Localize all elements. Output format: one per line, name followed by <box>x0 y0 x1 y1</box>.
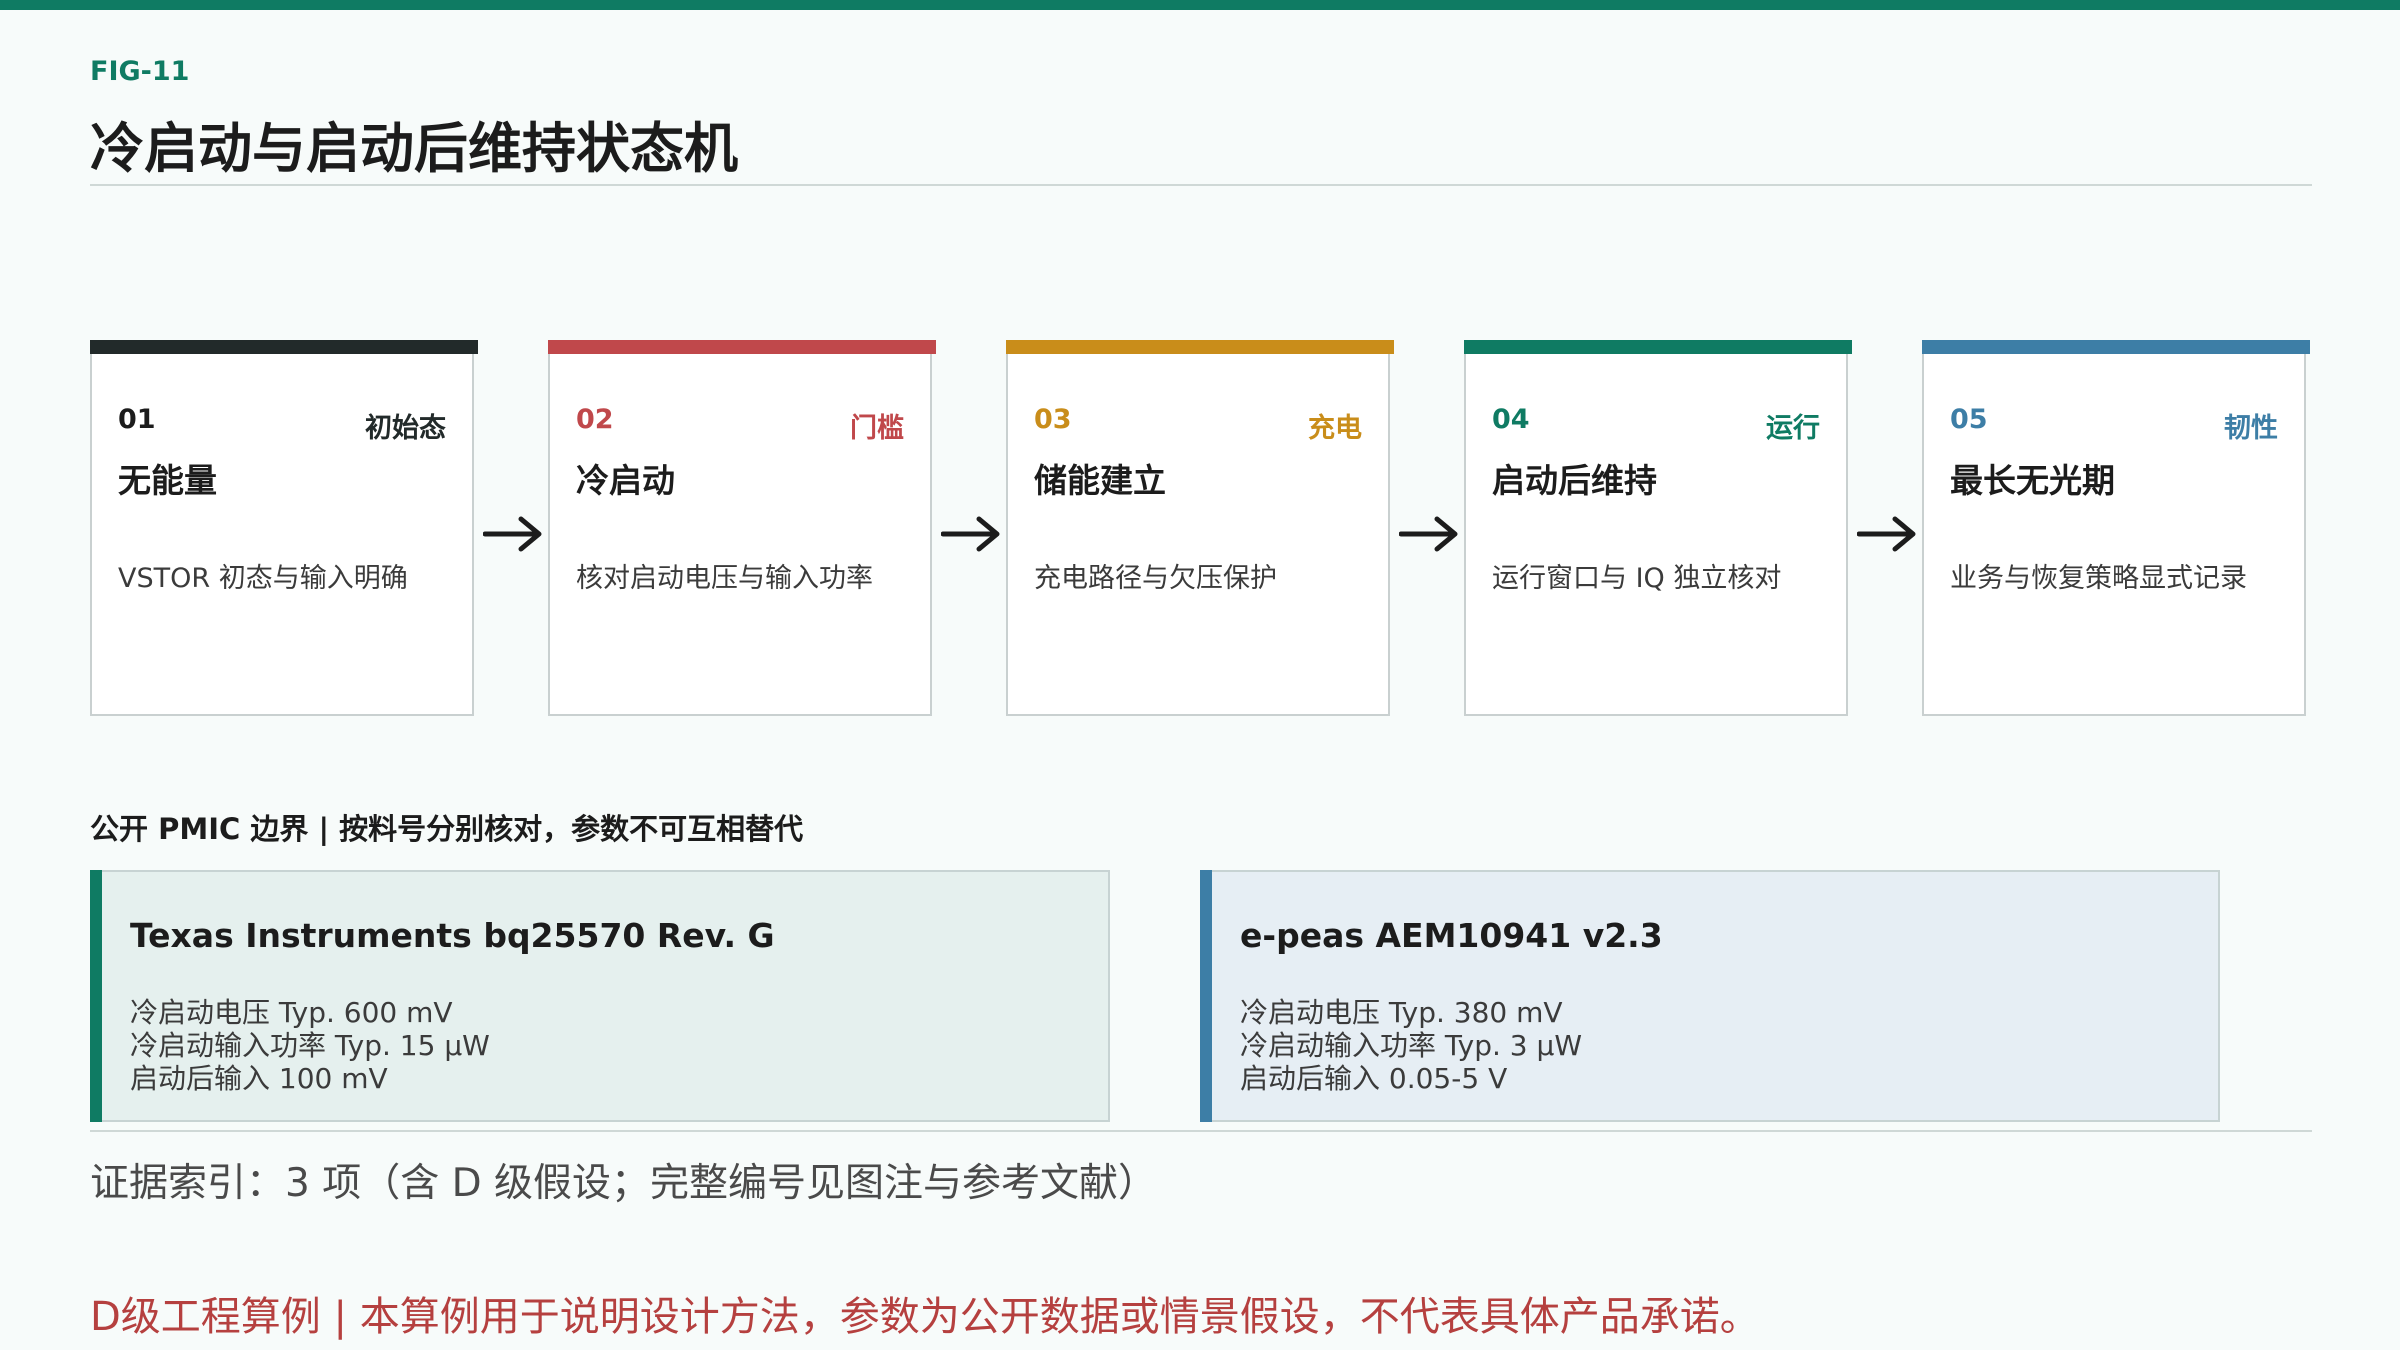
chip-spec-list: 冷启动电压 Typ. 600 mV 冷启动输入功率 Typ. 15 µW 启动后… <box>130 996 490 1095</box>
state-tag: 充电 <box>1308 413 1362 444</box>
state-name: 启动后维持 <box>1492 461 1657 500</box>
arrow-right-icon <box>1399 516 1458 552</box>
state-number: 03 <box>1034 404 1072 435</box>
chip-spec: 冷启动电压 Typ. 600 mV <box>130 996 453 1029</box>
chip-spec: 启动后输入 100 mV <box>130 1062 388 1095</box>
state-name: 最长无光期 <box>1950 461 2115 500</box>
state-color-bar <box>1464 340 1852 354</box>
chip-name: e-peas AEM10941 v2.3 <box>1240 916 1663 955</box>
bottom-divider <box>90 1130 2312 1132</box>
state-color-bar <box>548 340 936 354</box>
title-divider <box>90 184 2312 186</box>
chip-card-bq25570: Texas Instruments bq25570 Rev. G 冷启动电压 T… <box>90 870 1110 1122</box>
top-accent-bar <box>0 0 2400 10</box>
chip-accent-bar <box>90 870 102 1122</box>
state-number: 02 <box>576 404 614 435</box>
chip-card-aem10941: e-peas AEM10941 v2.3 冷启动电压 Typ. 380 mV 冷… <box>1200 870 2220 1122</box>
section-title: 公开 PMIC 边界 | 按料号分别核对，参数不可互相替代 <box>90 812 804 846</box>
chip-spec-list: 冷启动电压 Typ. 380 mV 冷启动输入功率 Typ. 3 µW 启动后输… <box>1240 996 1582 1095</box>
state-description: 核对启动电压与输入功率 <box>576 563 873 594</box>
state-number: 05 <box>1950 404 1988 435</box>
state-card-04: 04 运行 启动后维持 运行窗口与 IQ 独立核对 <box>1464 340 1852 716</box>
chip-spec: 冷启动电压 Typ. 380 mV <box>1240 996 1563 1029</box>
chip-spec: 冷启动输入功率 Typ. 3 µW <box>1240 1029 1583 1062</box>
state-number: 04 <box>1492 404 1530 435</box>
arrow-right-icon <box>483 516 542 552</box>
state-color-bar <box>90 340 478 354</box>
state-description: VSTOR 初态与输入明确 <box>118 563 408 594</box>
state-card-05: 05 韧性 最长无光期 业务与恢复策略显式记录 <box>1922 340 2310 716</box>
arrow-right-icon <box>941 516 1000 552</box>
arrow-right-icon <box>1857 516 1916 552</box>
state-name: 冷启动 <box>576 461 675 500</box>
state-number: 01 <box>118 404 156 435</box>
state-name: 无能量 <box>118 461 217 500</box>
state-color-bar <box>1922 340 2310 354</box>
page-title: 冷启动与启动后维持状态机 <box>90 117 738 180</box>
state-tag: 门槛 <box>850 413 904 444</box>
state-description: 充电路径与欠压保护 <box>1034 563 1277 594</box>
state-color-bar <box>1006 340 1394 354</box>
chip-accent-bar <box>1200 870 1212 1122</box>
evidence-index: 证据索引：3 项（含 D 级假设；完整编号见图注与参考文献） <box>90 1161 1158 1206</box>
state-card-01: 01 初始态 无能量 VSTOR 初态与输入明确 <box>90 340 478 716</box>
state-card-03: 03 充电 储能建立 充电路径与欠压保护 <box>1006 340 1394 716</box>
chip-spec: 启动后输入 0.05-5 V <box>1240 1062 1508 1095</box>
state-tag: 韧性 <box>2224 413 2278 444</box>
chip-spec: 冷启动输入功率 Typ. 15 µW <box>130 1029 490 1062</box>
state-description: 业务与恢复策略显式记录 <box>1950 563 2247 594</box>
figure-label: FIG-11 <box>90 56 190 87</box>
disclaimer: D级工程算例 | 本算例用于说明设计方法，参数为公开数据或情景假设，不代表具体产… <box>90 1294 1760 1340</box>
state-tag: 运行 <box>1766 413 1820 444</box>
state-description: 运行窗口与 IQ 独立核对 <box>1492 563 1782 594</box>
state-card-02: 02 门槛 冷启动 核对启动电压与输入功率 <box>548 340 936 716</box>
chip-name: Texas Instruments bq25570 Rev. G <box>130 916 775 955</box>
state-tag: 初始态 <box>365 413 446 444</box>
state-name: 储能建立 <box>1034 461 1166 500</box>
